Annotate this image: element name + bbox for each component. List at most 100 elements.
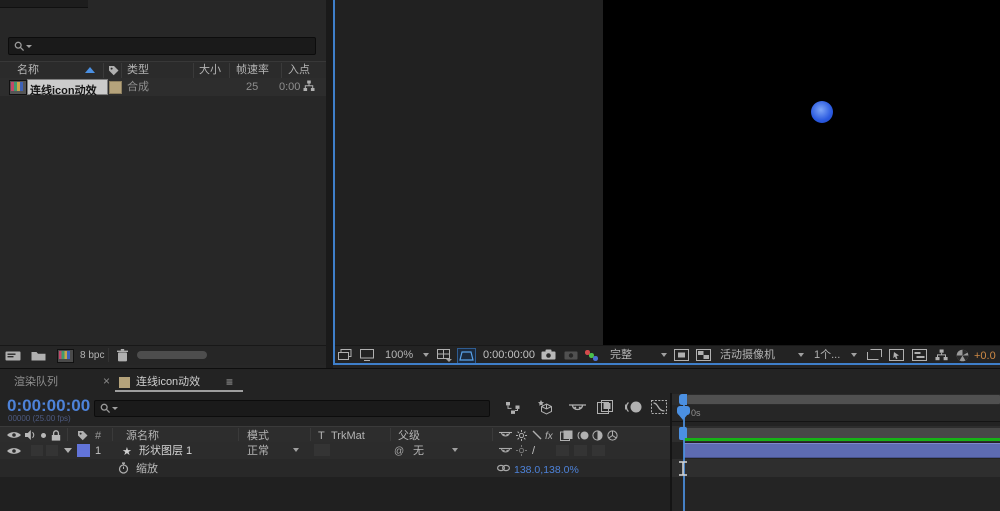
playhead-head-triangle[interactable]: [678, 414, 688, 420]
column-divider[interactable]: [229, 63, 230, 78]
solo-switch-cell[interactable]: [46, 445, 58, 456]
playhead-line[interactable]: [683, 405, 685, 511]
column-header-parent[interactable]: 父级: [398, 431, 420, 442]
column-divider[interactable]: [281, 63, 282, 78]
column-header-mode[interactable]: 模式: [247, 431, 269, 442]
column-header-trkmat[interactable]: TrkMat: [331, 431, 365, 442]
time-ruler[interactable]: 0s: [672, 405, 1000, 422]
time-navigator-track[interactable]: [672, 394, 1000, 405]
layer-switch-cell[interactable]: [556, 445, 569, 456]
audio-switch-cell[interactable]: [31, 445, 43, 456]
layer-switch-cell[interactable]: [574, 445, 587, 456]
column-header-size[interactable]: 大小: [199, 65, 221, 76]
new-composition-icon[interactable]: [57, 349, 74, 363]
property-row-track-right[interactable]: [672, 459, 1000, 477]
trash-icon[interactable]: [117, 349, 128, 362]
transparency-grid-icon[interactable]: [696, 349, 711, 361]
motion-blur-switch-icon[interactable]: [577, 430, 589, 441]
safe-margins-icon[interactable]: [457, 348, 476, 364]
property-row-scale[interactable]: 缩放 138.0,138.0%: [0, 459, 670, 477]
layer-collapse-switch[interactable]: [516, 445, 527, 456]
camera-view-chevron-icon[interactable]: [798, 353, 804, 357]
magnification-chevron-icon[interactable]: [423, 353, 429, 357]
eye-icon[interactable]: [7, 447, 21, 455]
layer-shy-switch[interactable]: [499, 447, 512, 455]
flowchart-icon[interactable]: [935, 349, 948, 361]
column-header-source-name[interactable]: 源名称: [126, 431, 159, 442]
lock-icon[interactable]: [51, 430, 61, 441]
scale-value[interactable]: 138.0,138.0%: [514, 464, 579, 476]
layer-row[interactable]: 1 ★ 形状图层 1 正常 @ 无 /: [0, 442, 670, 460]
close-icon[interactable]: ×: [103, 374, 110, 388]
timeline-empty-right[interactable]: [672, 477, 1000, 511]
primary-viewer-icon[interactable]: [360, 349, 374, 361]
always-preview-icon[interactable]: [338, 349, 352, 361]
timeline-panel-icon[interactable]: [912, 349, 927, 361]
solo-icon[interactable]: [41, 433, 46, 438]
collapse-transformations-icon[interactable]: [516, 430, 527, 441]
resolution-chevron-icon[interactable]: [661, 353, 667, 357]
quality-switch-icon[interactable]: [532, 430, 542, 440]
tab-render-queue[interactable]: 渲染队列: [14, 377, 58, 388]
reset-exposure-icon[interactable]: [956, 349, 969, 362]
layer-disclosure-triangle[interactable]: [64, 448, 72, 453]
column-divider[interactable]: [193, 63, 194, 78]
eye-icon[interactable]: [7, 431, 21, 439]
column-header-type[interactable]: 类型: [127, 65, 149, 76]
viewer-timecode[interactable]: 0:00:00:00: [483, 350, 535, 361]
project-item-row[interactable]: 连线icon动效 合成 25 0:00: [0, 78, 326, 97]
project-search-input[interactable]: [8, 37, 316, 55]
view-count-value[interactable]: 1个...: [814, 350, 840, 361]
show-snapshot-icon[interactable]: [564, 349, 578, 360]
column-header-inpoint[interactable]: 入点: [288, 65, 310, 76]
view-layout-icon[interactable]: [867, 349, 882, 360]
camera-view-value[interactable]: 活动摄像机: [720, 350, 775, 361]
magnification-value[interactable]: 100%: [385, 350, 413, 361]
frame-blending-icon[interactable]: [597, 400, 614, 414]
sort-ascending-icon[interactable]: [85, 67, 95, 73]
snapshot-camera-icon[interactable]: [541, 349, 556, 360]
label-column-icon[interactable]: [77, 430, 88, 441]
column-header-name[interactable]: 名称: [17, 65, 39, 76]
view-count-chevron-icon[interactable]: [851, 353, 857, 357]
constrain-proportions-link-icon[interactable]: [497, 464, 510, 472]
time-navigator-bar[interactable]: [687, 395, 1000, 404]
column-header-framerate[interactable]: 帧速率: [236, 65, 269, 76]
interpret-footage-icon[interactable]: [5, 351, 21, 361]
timeline-empty-left[interactable]: [0, 477, 670, 511]
blend-mode-dropdown[interactable]: 正常: [247, 446, 269, 457]
column-header-number[interactable]: #: [95, 431, 101, 442]
3d-layer-switch-icon[interactable]: [607, 430, 618, 441]
item-label-swatch[interactable]: [109, 81, 122, 94]
item-name-edit-box[interactable]: 连线icon动效: [27, 79, 108, 97]
bit-depth-button[interactable]: 8 bpc: [80, 351, 104, 361]
navigator-start-handle[interactable]: [679, 394, 687, 405]
parent-pickwhip-icon[interactable]: @: [394, 446, 404, 457]
property-name-scale[interactable]: 缩放: [136, 464, 158, 475]
effects-switch-icon[interactable]: fx: [545, 431, 553, 442]
layer-quality-switch[interactable]: /: [532, 445, 535, 457]
new-folder-icon[interactable]: [31, 350, 46, 361]
column-divider[interactable]: [121, 63, 122, 78]
search-options-chevron-icon[interactable]: [112, 407, 118, 410]
graph-editor-icon[interactable]: [651, 400, 667, 414]
audio-icon[interactable]: [25, 430, 36, 440]
mini-flowchart-icon[interactable]: [505, 401, 521, 415]
parent-dropdown[interactable]: 无: [413, 446, 424, 457]
shy-layers-icon[interactable]: [569, 403, 586, 413]
draft-3d-icon[interactable]: [538, 400, 555, 415]
trkmat-cell[interactable]: [314, 444, 330, 456]
panel-menu-icon[interactable]: ≡: [226, 375, 233, 389]
blend-mode-chevron-icon[interactable]: [293, 448, 299, 452]
layer-switch-cell[interactable]: [592, 445, 605, 456]
resolution-value[interactable]: 完整: [610, 350, 632, 361]
frame-blend-switch-icon[interactable]: [560, 430, 573, 441]
shy-switch-icon[interactable]: [499, 431, 512, 439]
horizontal-scrollbar-thumb[interactable]: [137, 351, 207, 359]
current-time-display[interactable]: 0:00:00:00: [7, 396, 90, 416]
parent-chevron-icon[interactable]: [452, 448, 458, 452]
column-header-label-icon[interactable]: [108, 65, 119, 76]
motion-blur-icon[interactable]: [625, 400, 642, 414]
region-of-interest-icon[interactable]: [674, 349, 689, 361]
channel-rgb-icon[interactable]: [585, 349, 599, 361]
